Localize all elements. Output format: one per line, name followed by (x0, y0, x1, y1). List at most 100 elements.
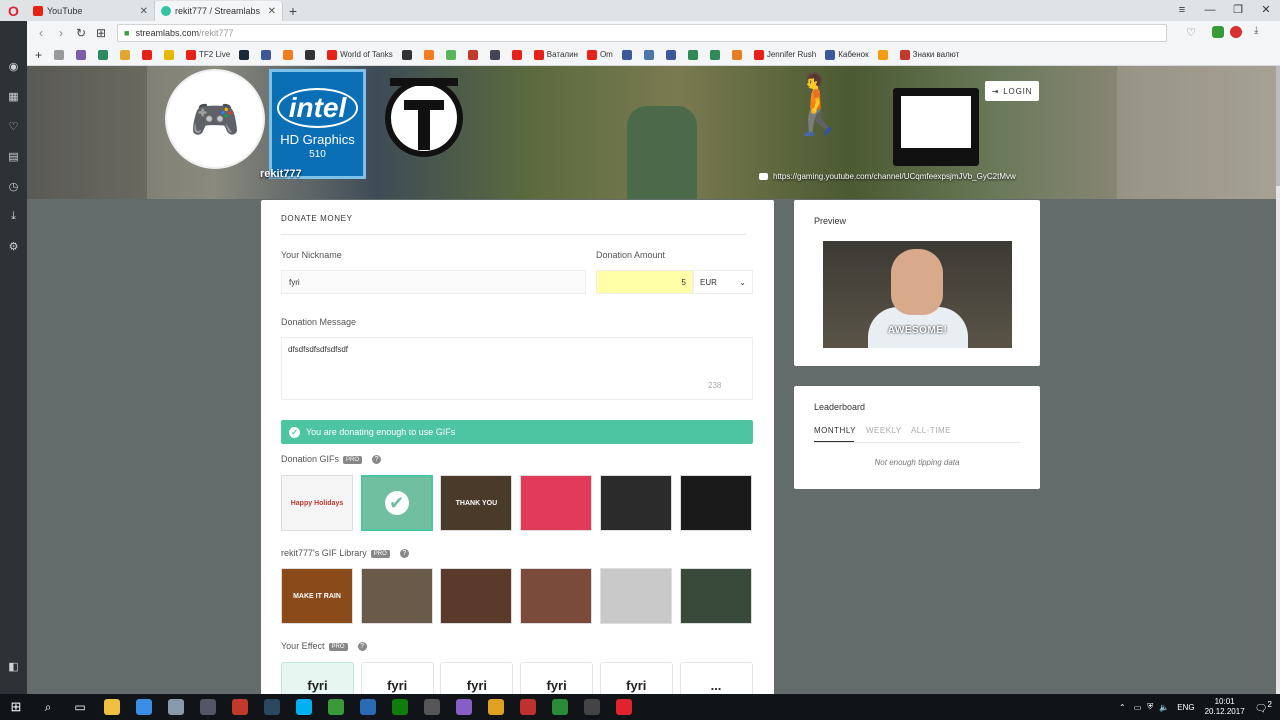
cloud-gif[interactable] (679, 475, 752, 531)
bookmark-item[interactable] (98, 49, 111, 60)
effect-option[interactable]: fyri (440, 662, 514, 694)
app-wot2-taskbar-icon[interactable] (576, 694, 608, 720)
selected-gif[interactable]: ✔ (360, 475, 433, 531)
effect-option[interactable]: fyri (360, 662, 434, 694)
forward-button[interactable]: › (51, 26, 71, 40)
camera-icon[interactable]: ◉ (0, 51, 27, 81)
skype-taskbar-icon[interactable] (288, 694, 320, 720)
app-red-taskbar-icon[interactable] (224, 694, 256, 720)
history-icon[interactable]: ◷ (0, 171, 27, 201)
bookmark-item[interactable]: World of Tanks (327, 49, 393, 60)
login-button[interactable]: ⇥ LOGIN (985, 81, 1039, 101)
nickname-input[interactable]: fyri (281, 270, 586, 294)
download-icon[interactable]: ⤓ (0, 201, 27, 231)
bookmark-item[interactable]: Ваталин (533, 49, 578, 60)
app-blue-taskbar-icon[interactable] (352, 694, 384, 720)
news-icon[interactable]: ▤ (0, 141, 27, 171)
heart-icon[interactable]: ♡ (0, 111, 27, 141)
opera-menu-icon[interactable]: O (0, 0, 27, 21)
bookmark-item[interactable] (511, 49, 525, 60)
app-orange-taskbar-icon[interactable] (480, 694, 512, 720)
tab-youtube[interactable]: YouTube ✕ (27, 1, 155, 21)
app-wot-taskbar-icon[interactable] (544, 694, 576, 720)
bookmark-item[interactable] (731, 49, 745, 60)
extension-icon[interactable] (1212, 26, 1224, 38)
panel-icon[interactable]: ◧ (0, 651, 27, 681)
close-window-button[interactable]: ✕ (1252, 0, 1280, 21)
browser-globe-taskbar-icon[interactable] (128, 694, 160, 720)
bookmark-item[interactable] (423, 49, 437, 60)
happy-holidays-gif[interactable]: Happy Holidays (281, 475, 353, 531)
add-bookmark-button[interactable]: + (35, 48, 42, 62)
close-tab-icon[interactable]: ✕ (140, 6, 148, 17)
downloads-icon[interactable]: ⤓ (1254, 25, 1266, 37)
wolf-man-gif[interactable] (360, 568, 433, 624)
bookmark-item[interactable]: Знаки валют (899, 49, 959, 60)
bookmark-item[interactable] (76, 49, 89, 60)
menu-icon[interactable]: ≡ (1168, 0, 1196, 21)
effect-option[interactable]: fyri (599, 662, 673, 694)
opera-taskbar-icon[interactable] (608, 694, 640, 720)
speed-dial-icon[interactable]: ⊞ (91, 26, 111, 40)
language-indicator[interactable]: ENG (1177, 703, 1194, 712)
task-view-icon[interactable]: ▭ (64, 694, 96, 720)
man-gif[interactable] (599, 475, 672, 531)
bookmark-item[interactable] (643, 49, 657, 60)
bookmark-item[interactable] (489, 49, 503, 60)
currency-select[interactable]: EUR ⌄ (693, 270, 753, 294)
bookmark-heart-icon[interactable]: ♡ (1186, 26, 1196, 39)
bookmark-item[interactable]: Кабенок (825, 49, 869, 60)
message-textarea[interactable]: dfsdfsdfsdfsdfsdf (281, 337, 753, 400)
url-input[interactable]: ■ streamlabs.com/rekit777 (117, 23, 1167, 42)
new-tab-button[interactable]: + (283, 1, 303, 21)
clock[interactable]: 10:01 20.12.2017 (1205, 697, 1245, 717)
file-explorer-taskbar-icon[interactable] (96, 694, 128, 720)
bookmark-item[interactable] (54, 49, 67, 60)
steam-taskbar-icon[interactable] (256, 694, 288, 720)
volume-icon[interactable]: 🔈 (1159, 703, 1169, 712)
back-button[interactable]: ‹ (31, 26, 51, 40)
bookmark-item[interactable]: Om (586, 49, 613, 60)
bookmark-item[interactable] (305, 49, 318, 60)
hands-gif[interactable] (440, 568, 513, 624)
visual-studio-taskbar-icon[interactable] (448, 694, 480, 720)
tab-streamlabs[interactable]: rekit777 / Streamlabs ✕ (155, 1, 283, 21)
bookmark-item[interactable] (239, 49, 252, 60)
restore-button[interactable]: ❐ (1224, 0, 1252, 21)
bookmark-item[interactable] (401, 49, 415, 60)
amount-input[interactable]: 5 (596, 270, 693, 294)
network-icon[interactable]: ▭ (1134, 703, 1142, 712)
search-icon[interactable]: ⌕ (32, 694, 64, 720)
help-icon[interactable]: ? (357, 642, 367, 652)
reload-button[interactable]: ↻ (71, 26, 91, 40)
bookmark-item[interactable] (261, 49, 274, 60)
light-gif[interactable] (599, 568, 672, 624)
tab-monthly[interactable]: MONTHLY (814, 426, 856, 435)
tab-weekly[interactable]: WEEKLY (866, 426, 902, 435)
app-64-taskbar-icon[interactable] (320, 694, 352, 720)
bookmark-item[interactable] (877, 49, 891, 60)
bookmark-item[interactable] (665, 49, 679, 60)
make-it-rain-gif[interactable]: MAKE IT RAIN (281, 568, 353, 624)
app-film-taskbar-icon[interactable] (416, 694, 448, 720)
bookmark-item[interactable] (164, 49, 177, 60)
adblock-icon[interactable] (1230, 26, 1242, 38)
page-scrollbar[interactable] (1276, 66, 1280, 694)
grid-icon[interactable]: ▦ (0, 81, 27, 111)
bookmark-item[interactable] (283, 49, 296, 60)
effect-option[interactable]: fyri (281, 662, 354, 694)
shield-icon[interactable]: ⛨ (1147, 702, 1153, 712)
bookmark-item[interactable] (120, 49, 133, 60)
channel-link[interactable]: https://gaming.youtube.com/channel/UCqmf… (759, 172, 1016, 181)
fire-dance-gif[interactable] (520, 568, 593, 624)
close-tab-icon[interactable]: ✕ (268, 6, 276, 17)
minimize-button[interactable]: — (1196, 0, 1224, 21)
tray-chevron-icon[interactable]: ⌃ (1119, 703, 1126, 712)
gear-icon[interactable]: ⚙ (0, 231, 27, 261)
bookmark-item[interactable] (142, 49, 155, 60)
app-gray-taskbar-icon[interactable] (160, 694, 192, 720)
bookmark-item[interactable] (621, 49, 635, 60)
bookmark-item[interactable] (467, 49, 481, 60)
app-download-taskbar-icon[interactable] (512, 694, 544, 720)
scrollbar-thumb[interactable] (1276, 66, 1280, 186)
